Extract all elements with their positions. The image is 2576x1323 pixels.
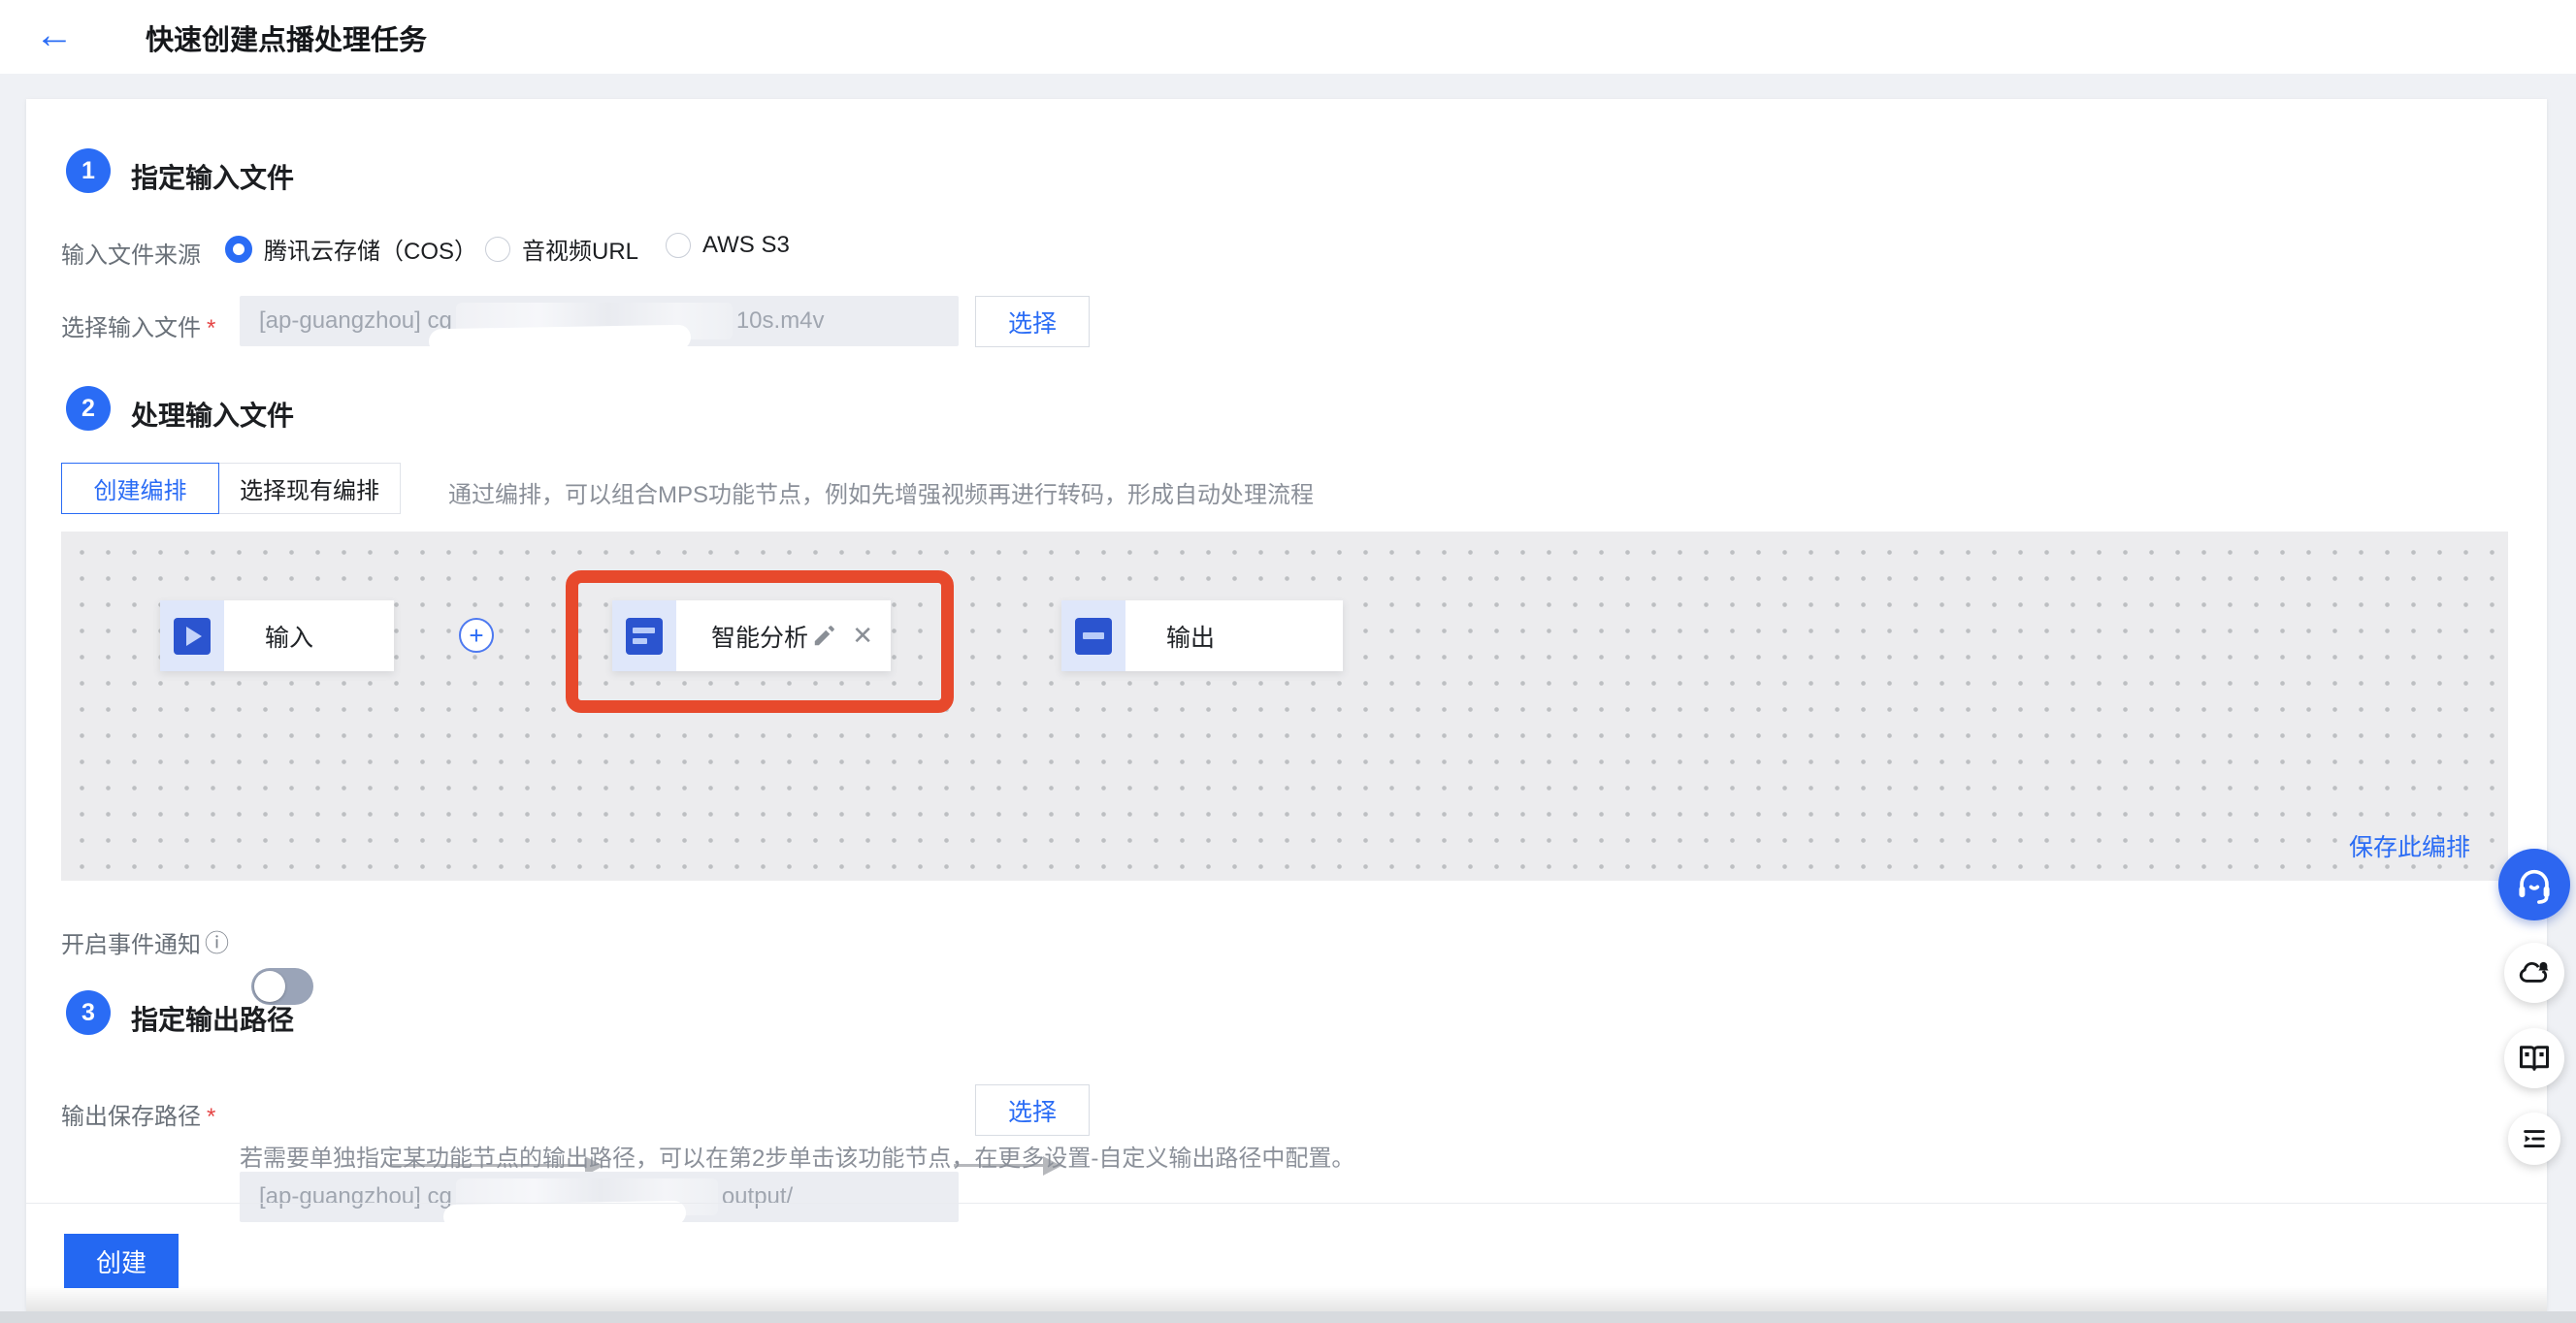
input-file-value-suffix: 10s.m4v xyxy=(736,307,825,335)
orchestration-description: 通过编排，可以组合MPS功能节点，例如先增强视频再进行转码，形成自动处理流程 xyxy=(448,475,1314,509)
radio-selected-icon xyxy=(225,236,252,263)
output-path-field[interactable]: [ap-guangzhou] cg output/ xyxy=(240,1172,959,1222)
plus-icon: + xyxy=(469,623,483,648)
orchestration-canvas[interactable]: 输入 + 智能分析 ✕ 输出 保存此编排 xyxy=(61,532,2508,881)
output-path-hint: 若需要单独指定某功能节点的输出路径，可以在第2步单击该功能节点，在更多设置-自定… xyxy=(240,1139,1354,1173)
output-icon xyxy=(1075,618,1112,655)
remove-node-button[interactable]: ✕ xyxy=(852,621,873,651)
pencil-icon xyxy=(811,624,836,649)
tab-select-existing-orchestration[interactable]: 选择现有编排 xyxy=(219,463,401,514)
play-icon xyxy=(174,618,211,655)
flow-node-analysis[interactable]: 智能分析 ✕ xyxy=(612,600,891,671)
required-asterisk: * xyxy=(207,1104,215,1130)
radio-icon xyxy=(666,233,691,258)
radio-option-cos[interactable]: 腾讯云存储（COS） xyxy=(225,232,477,266)
save-orchestration-link[interactable]: 保存此编排 xyxy=(2349,828,2470,863)
radio-option-label: 音视频URL xyxy=(522,232,638,266)
create-button[interactable]: 创建 xyxy=(64,1234,179,1288)
cloud-bell-icon xyxy=(2517,955,2552,990)
redacted-smudge xyxy=(429,325,691,355)
card-bottom-shadow xyxy=(26,1286,2547,1311)
redacted-smudge xyxy=(443,1201,686,1229)
edit-node-button[interactable] xyxy=(811,624,836,649)
analysis-node-label: 智能分析 xyxy=(711,619,808,654)
event-notify-label: 开启事件通知 ⓘ xyxy=(61,924,229,959)
required-asterisk: * xyxy=(207,315,215,341)
close-icon: ✕ xyxy=(852,621,873,651)
input-file-label: 选择输入文件* xyxy=(61,308,215,342)
cloud-notification-button[interactable] xyxy=(2504,943,2564,1003)
add-node-button[interactable]: + xyxy=(459,618,494,653)
page-title: 快速创建点播处理任务 xyxy=(146,17,427,58)
output-path-label: 输出保存路径* xyxy=(61,1097,215,1131)
step3-number-badge: 3 xyxy=(66,990,111,1035)
docs-book-icon xyxy=(2517,1041,2552,1076)
choose-input-file-button[interactable]: 选择 xyxy=(975,296,1090,347)
step1-number-badge: 1 xyxy=(66,148,111,193)
output-node-label: 输出 xyxy=(1166,619,1215,654)
input-node-iconbox xyxy=(160,600,224,671)
flow-node-output[interactable]: 输出 xyxy=(1061,600,1343,671)
toggle-knob xyxy=(254,971,285,1002)
choose-output-path-button[interactable]: 选择 xyxy=(975,1084,1090,1136)
customer-service-button[interactable] xyxy=(2498,849,2570,920)
task-list-button[interactable] xyxy=(2508,1113,2560,1165)
radio-option-label: 腾讯云存储（COS） xyxy=(264,232,477,266)
analysis-node-iconbox xyxy=(612,600,676,671)
input-file-value-prefix: [ap-guangzhou] cg xyxy=(259,307,452,335)
step2-number-badge: 2 xyxy=(66,386,111,431)
back-arrow-icon[interactable]: ← xyxy=(35,14,74,56)
tab-create-orchestration[interactable]: 创建编排 xyxy=(61,463,219,514)
input-node-label: 输入 xyxy=(265,619,313,654)
window-bottom-strip xyxy=(0,1311,2576,1323)
output-path-value-suffix: output/ xyxy=(722,1183,793,1210)
analysis-icon xyxy=(626,618,663,655)
step3-title: 指定输出路径 xyxy=(131,999,294,1038)
output-node-iconbox xyxy=(1061,600,1125,671)
headset-icon xyxy=(2514,864,2555,905)
footer-divider xyxy=(26,1203,2547,1204)
output-path-value-prefix: [ap-guangzhou] cg xyxy=(259,1183,452,1210)
flow-node-input[interactable]: 输入 xyxy=(160,600,394,671)
menu-list-icon xyxy=(2520,1124,2549,1153)
input-file-field[interactable]: [ap-guangzhou] cg 10s.m4v xyxy=(240,296,959,346)
step1-title: 指定输入文件 xyxy=(131,157,294,196)
radio-option-url[interactable]: 音视频URL xyxy=(485,232,638,266)
top-bar: ← 快速创建点播处理任务 xyxy=(0,0,2576,74)
radio-option-label: AWS S3 xyxy=(702,232,790,259)
radio-option-aws-s3[interactable]: AWS S3 xyxy=(666,232,790,259)
step2-title: 处理输入文件 xyxy=(131,395,294,434)
radio-icon xyxy=(485,237,510,262)
documentation-button[interactable] xyxy=(2504,1028,2564,1088)
input-source-label: 输入文件来源 xyxy=(61,236,201,270)
info-icon[interactable]: ⓘ xyxy=(205,924,229,959)
